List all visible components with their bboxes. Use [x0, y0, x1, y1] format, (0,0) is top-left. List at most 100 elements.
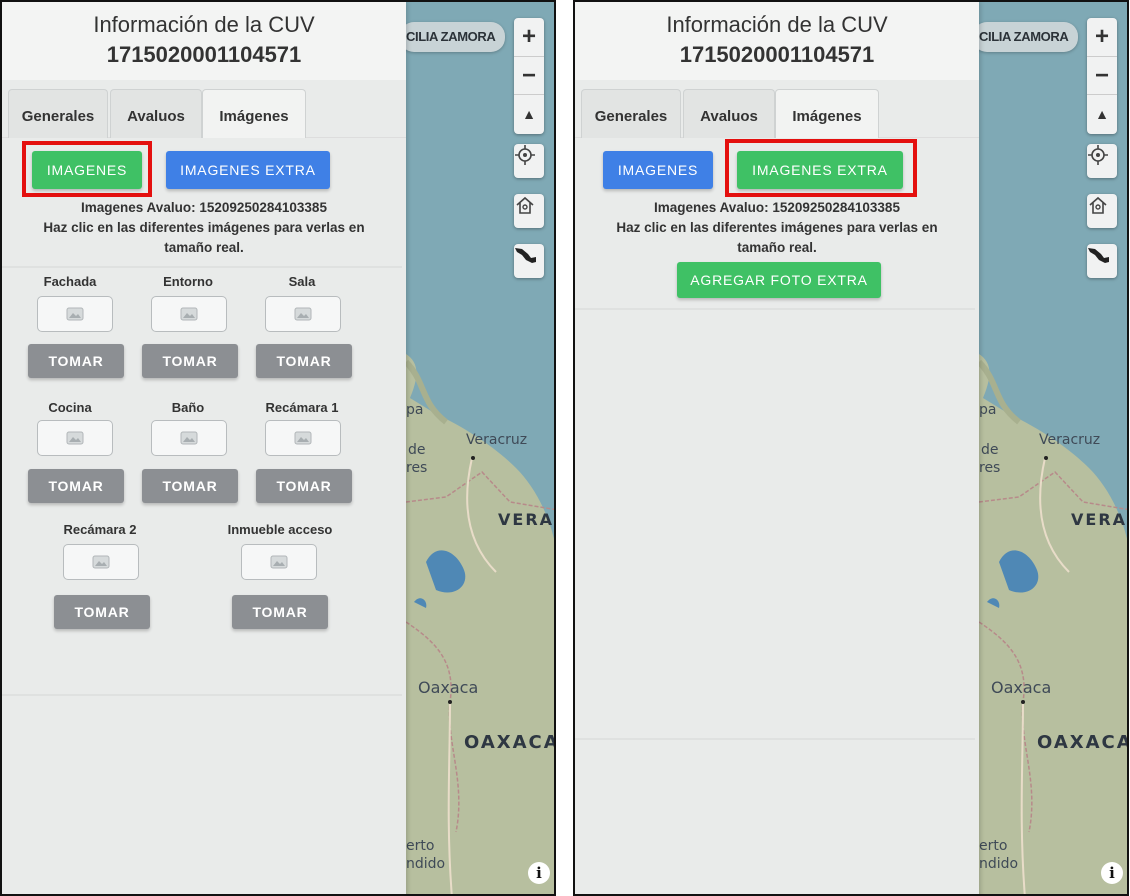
zoom-out-icon[interactable]: −	[1087, 56, 1117, 94]
panel-title: Información de la CUV	[93, 12, 315, 37]
locate-icon[interactable]	[514, 144, 544, 178]
imagenes-button[interactable]: IMAGENES	[603, 151, 713, 189]
tab-imagenes[interactable]: Imágenes	[775, 89, 879, 138]
avaluo-label: Imagenes Avaluo: 15209250284103385	[81, 200, 327, 215]
image-placeholder-icon	[180, 431, 198, 445]
map-label: de	[408, 442, 426, 458]
image-placeholder-icon	[66, 431, 84, 445]
compass-icon[interactable]: ▲	[1087, 94, 1117, 132]
photo-label: Sala	[288, 274, 316, 289]
tomar-button[interactable]: TOMAR	[28, 469, 124, 503]
mexico-map-icon[interactable]	[514, 244, 544, 278]
photo-thumbnail-fachada[interactable]	[37, 296, 113, 332]
tomar-button[interactable]: TOMAR	[256, 469, 352, 503]
map-label: OAXACA	[464, 732, 556, 753]
panel-title: Información de la CUV	[666, 12, 888, 37]
avaluo-label: Imagenes Avaluo: 15209250284103385	[654, 200, 900, 215]
photo-label: Entorno	[163, 274, 213, 289]
cuv-number: 1715020001104571	[106, 42, 302, 67]
imagenes-button[interactable]: IMAGENES	[32, 151, 142, 189]
panel-header: Información de la CUV 1715020001104571	[2, 2, 406, 80]
map-label: VERAC	[498, 510, 555, 529]
tomar-button[interactable]: TOMAR	[142, 344, 238, 378]
tab-imagenes[interactable]: Imágenes	[202, 89, 306, 138]
map-label: res	[979, 460, 1001, 476]
panel-header: Información de la CUV 1715020001104571	[575, 2, 979, 80]
map-terrain	[406, 354, 554, 894]
photo-thumbnail-entorno[interactable]	[151, 296, 227, 332]
tab-generales[interactable]: Generales	[8, 89, 108, 138]
map-label: ndido	[979, 856, 1019, 872]
map[interactable]: CILIA ZAMORA + − ▲ pa de res Veracruz VE…	[979, 2, 1129, 894]
agregar-foto-extra-button[interactable]: AGREGAR FOTO EXTRA	[677, 262, 881, 298]
zoom-in-icon[interactable]: +	[1087, 18, 1117, 56]
home-icon[interactable]	[1087, 194, 1117, 228]
info-icon[interactable]: i	[528, 862, 550, 884]
tomar-button[interactable]: TOMAR	[28, 344, 124, 378]
zoom-out-icon[interactable]: −	[514, 56, 544, 94]
imagenes-extra-button[interactable]: IMAGENES EXTRA	[737, 151, 903, 189]
tomar-button[interactable]: TOMAR	[232, 595, 328, 629]
map-label: Oaxaca	[418, 678, 479, 697]
imagenes-extra-button[interactable]: IMAGENES EXTRA	[166, 151, 330, 189]
tomar-button[interactable]: TOMAR	[54, 595, 150, 629]
hint-text: Haz clic en las diferentes imágenes para…	[616, 220, 938, 235]
image-placeholder-icon	[92, 555, 110, 569]
photo-label: Baño	[171, 400, 205, 415]
map-label: Veracruz	[1039, 432, 1101, 448]
tab-bar: Generales Avaluos Imágenes	[575, 80, 979, 138]
locate-icon[interactable]	[1087, 144, 1117, 178]
zoom-in-icon[interactable]: +	[514, 18, 544, 56]
map-label: res	[406, 460, 428, 476]
map-label: OAXACA	[1037, 732, 1129, 753]
hint-text: tamaño real.	[164, 240, 244, 255]
compass-icon[interactable]: ▲	[514, 94, 544, 132]
hint-text: tamaño real.	[737, 240, 817, 255]
divider	[2, 694, 402, 696]
tab-avaluos[interactable]: Avaluos	[683, 89, 775, 138]
photo-thumbnail-cocina[interactable]	[37, 420, 113, 456]
zoom-controls: + − ▲	[514, 18, 544, 134]
screen-imagenes-extra: CILIA ZAMORA + − ▲ pa de res Veracruz VE…	[573, 0, 1129, 896]
map-label: erto	[406, 838, 435, 854]
mexico-map-icon[interactable]	[1087, 244, 1117, 278]
screen-imagenes: CILIA ZAMORA + − ▲ pa de res Veracruz VE…	[0, 0, 556, 896]
map-terrain	[979, 354, 1127, 894]
map-label: Oaxaca	[991, 678, 1052, 697]
photo-label: Fachada	[43, 274, 97, 289]
cuv-number: 1715020001104571	[679, 42, 875, 67]
hint-text: Haz clic en las diferentes imágenes para…	[43, 220, 365, 235]
map-label: de	[981, 442, 999, 458]
tab-avaluos[interactable]: Avaluos	[110, 89, 202, 138]
map-label: erto	[979, 838, 1008, 854]
photo-thumbnail-inmueble-acceso[interactable]	[241, 544, 317, 580]
cuv-panel: Información de la CUV 1715020001104571 G…	[2, 2, 406, 894]
tab-bar: Generales Avaluos Imágenes	[2, 80, 406, 138]
map-label: pa	[406, 402, 424, 418]
owner-chip[interactable]: CILIA ZAMORA	[979, 22, 1079, 52]
image-placeholder-icon	[294, 307, 312, 321]
photo-thumbnail-recamara-1[interactable]	[265, 420, 341, 456]
divider	[575, 308, 975, 310]
cuv-panel: Información de la CUV 1715020001104571 G…	[575, 2, 979, 894]
photo-label: Recámara 2	[63, 522, 137, 537]
map-label: Veracruz	[466, 432, 528, 448]
photo-thumbnail-bano[interactable]	[151, 420, 227, 456]
home-icon[interactable]	[514, 194, 544, 228]
divider	[2, 266, 402, 268]
owner-chip[interactable]: CILIA ZAMORA	[406, 22, 506, 52]
map-label: pa	[979, 402, 997, 418]
map-label: ndido	[406, 856, 446, 872]
tab-generales[interactable]: Generales	[581, 89, 681, 138]
image-placeholder-icon	[294, 431, 312, 445]
photo-thumbnail-recamara-2[interactable]	[63, 544, 139, 580]
tomar-button[interactable]: TOMAR	[142, 469, 238, 503]
zoom-controls: + − ▲	[1087, 18, 1117, 134]
tomar-button[interactable]: TOMAR	[256, 344, 352, 378]
photo-thumbnail-sala[interactable]	[265, 296, 341, 332]
map[interactable]: CILIA ZAMORA + − ▲ pa de res Veracruz VE…	[406, 2, 556, 894]
image-placeholder-icon	[270, 555, 288, 569]
image-placeholder-icon	[180, 307, 198, 321]
info-icon[interactable]: i	[1101, 862, 1123, 884]
photo-label: Inmueble acceso	[227, 522, 333, 537]
